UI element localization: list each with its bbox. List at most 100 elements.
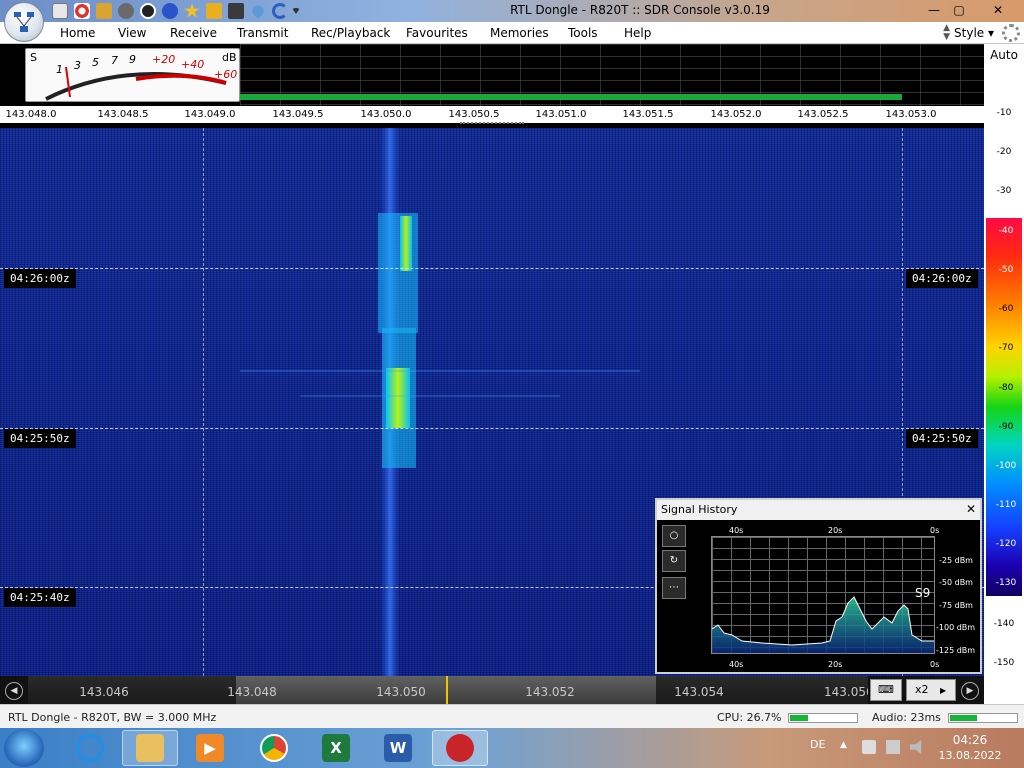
chrome-icon (260, 734, 288, 762)
ruler-label: 143.051.5 (622, 109, 674, 120)
stop-icon[interactable] (140, 3, 156, 19)
clock-time[interactable]: 04:26 (940, 733, 1000, 747)
speaker-icon[interactable] (910, 740, 922, 754)
taskbar-file-explorer[interactable] (122, 730, 178, 766)
db-label: -120 (995, 539, 1017, 549)
taskbar-excel[interactable]: X (308, 730, 364, 766)
menu-bar: Home View Receive Transmit Rec/Playback … (0, 22, 1024, 44)
menu-view[interactable]: View (118, 26, 146, 40)
auto-scale-button[interactable]: Auto (984, 48, 1024, 62)
menu-tools[interactable]: Tools (568, 26, 598, 40)
ruler-label: 143.048.0 (5, 109, 57, 120)
zoom-button[interactable]: x2 ▶ (906, 679, 956, 701)
maximize-button[interactable]: ▢ (945, 0, 973, 20)
taskbar-media-player[interactable]: ▶ (182, 730, 238, 766)
lock-icon[interactable] (206, 3, 222, 19)
gear-icon[interactable] (1002, 24, 1020, 42)
clock-date[interactable]: 13.08.2022 (935, 749, 1005, 762)
history-y-label: -50 dBm (939, 578, 973, 587)
style-dropdown[interactable]: Style ▾ (954, 26, 994, 40)
scroll-right-button[interactable]: ▶ (961, 682, 979, 700)
signal-history-panel: Signal History ✕ ○ ↻ ⋯ 40s 20s 0s -25 dB… (655, 498, 982, 674)
db-label: -150 (993, 658, 1015, 668)
s-meter-tick: +20 (152, 53, 176, 66)
keyboard-language[interactable]: DE (810, 738, 825, 751)
ruler-label: 143.049.0 (184, 109, 236, 120)
power-icon[interactable] (862, 740, 876, 754)
folder-icon[interactable] (96, 3, 112, 19)
undo-icon[interactable] (272, 3, 288, 19)
menu-receive[interactable]: Receive (170, 26, 217, 40)
taskbar-chrome[interactable] (246, 730, 302, 766)
menu-home[interactable]: Home (60, 26, 95, 40)
filter-passband-marker[interactable] (460, 122, 524, 124)
menu-favourites[interactable]: Favourites (406, 26, 468, 40)
strip-label: 143.046 (79, 685, 129, 699)
db-label: -100 (995, 461, 1017, 471)
more-icon[interactable]: ⋯ (662, 577, 686, 599)
spectrum-level-bar (240, 94, 902, 100)
strip-label: 143.048 (227, 685, 277, 699)
history-axis-top: 0s (930, 526, 940, 535)
zoom-arrow-icon: ▶ (940, 686, 947, 695)
db-label: -60 (998, 304, 1014, 314)
drop-icon[interactable] (250, 3, 266, 19)
history-y-label: -125 dBm (936, 646, 976, 655)
db-label: -140 (993, 619, 1015, 629)
frequency-ruler[interactable]: 143.048.0 143.048.5 143.049.0 143.049.5 … (0, 106, 984, 126)
reset-icon[interactable]: ↻ (662, 550, 686, 572)
taskbar-word[interactable]: W (370, 730, 426, 766)
signal-history-header: Signal History ✕ (657, 500, 980, 520)
history-axis-bottom: 20s (828, 660, 843, 669)
strip-label: 143.054 (674, 685, 724, 699)
db-label: -50 (998, 265, 1014, 275)
strip-label: 143.056 (824, 685, 868, 699)
history-axis-bottom: 0s (930, 660, 940, 669)
menu-memories[interactable]: Memories (490, 26, 549, 40)
signal-history-close-icon[interactable]: ✕ (966, 502, 976, 516)
time-label-right: 04:25:50z (906, 429, 978, 448)
time-label-right: 04:26:00z (906, 269, 978, 288)
s-meter-tick: 1 (56, 63, 63, 76)
network-icon[interactable] (886, 740, 900, 754)
dropdown-arrow-icon[interactable] (292, 8, 300, 14)
add-icon[interactable] (162, 3, 178, 19)
strip-label: 143.052 (525, 685, 575, 699)
menu-help[interactable]: Help (624, 26, 651, 40)
menu-transmit[interactable]: Transmit (237, 26, 288, 40)
window-title: RTL Dongle - R820T :: SDR Console v3.0.1… (510, 3, 770, 17)
cpu-meter-fill (790, 715, 808, 721)
time-label-left: 04:25:40z (4, 588, 76, 607)
zoom-label: x2 (915, 683, 929, 696)
frequency-strip[interactable]: ◀ 143.046 143.048 143.050 143.052 143.05… (0, 676, 984, 704)
taskbar-sdr-console[interactable] (432, 730, 488, 766)
up-down-arrows-icon[interactable]: ▲ ▼ (943, 24, 950, 42)
camera-icon[interactable] (228, 3, 244, 19)
signal-history-title: Signal History (661, 503, 738, 516)
record-icon[interactable]: ○ (662, 525, 686, 547)
app-menu-button[interactable] (4, 2, 44, 42)
folder-icon (136, 734, 164, 762)
db-label: -10 (996, 108, 1012, 118)
frequency-gridline (203, 128, 204, 676)
play-icon[interactable] (118, 3, 134, 19)
keyboard-icon[interactable]: ⌨ (870, 679, 902, 701)
s-meter-db-label: dB (222, 51, 237, 64)
menu-rec-playback[interactable]: Rec/Playback (311, 26, 390, 40)
taskbar-internet-explorer[interactable] (62, 730, 118, 766)
scroll-left-button[interactable]: ◀ (5, 682, 23, 700)
home-icon[interactable] (52, 3, 68, 19)
db-label: -90 (998, 422, 1014, 432)
tuning-marker[interactable] (446, 676, 448, 704)
db-label: -130 (995, 578, 1017, 588)
s-meter-tick: +40 (181, 58, 205, 71)
minimize-button[interactable]: — (920, 0, 948, 20)
sdr-console-icon (446, 734, 474, 762)
s-meter-tick: 7 (111, 54, 118, 67)
start-button[interactable] (4, 729, 44, 767)
internet-explorer-icon (76, 734, 104, 762)
star-icon[interactable] (184, 3, 200, 18)
close-button[interactable]: ✕ (984, 0, 1012, 20)
tray-expand-icon[interactable]: ▲ (840, 740, 847, 750)
lifebuoy-icon[interactable] (74, 3, 90, 19)
